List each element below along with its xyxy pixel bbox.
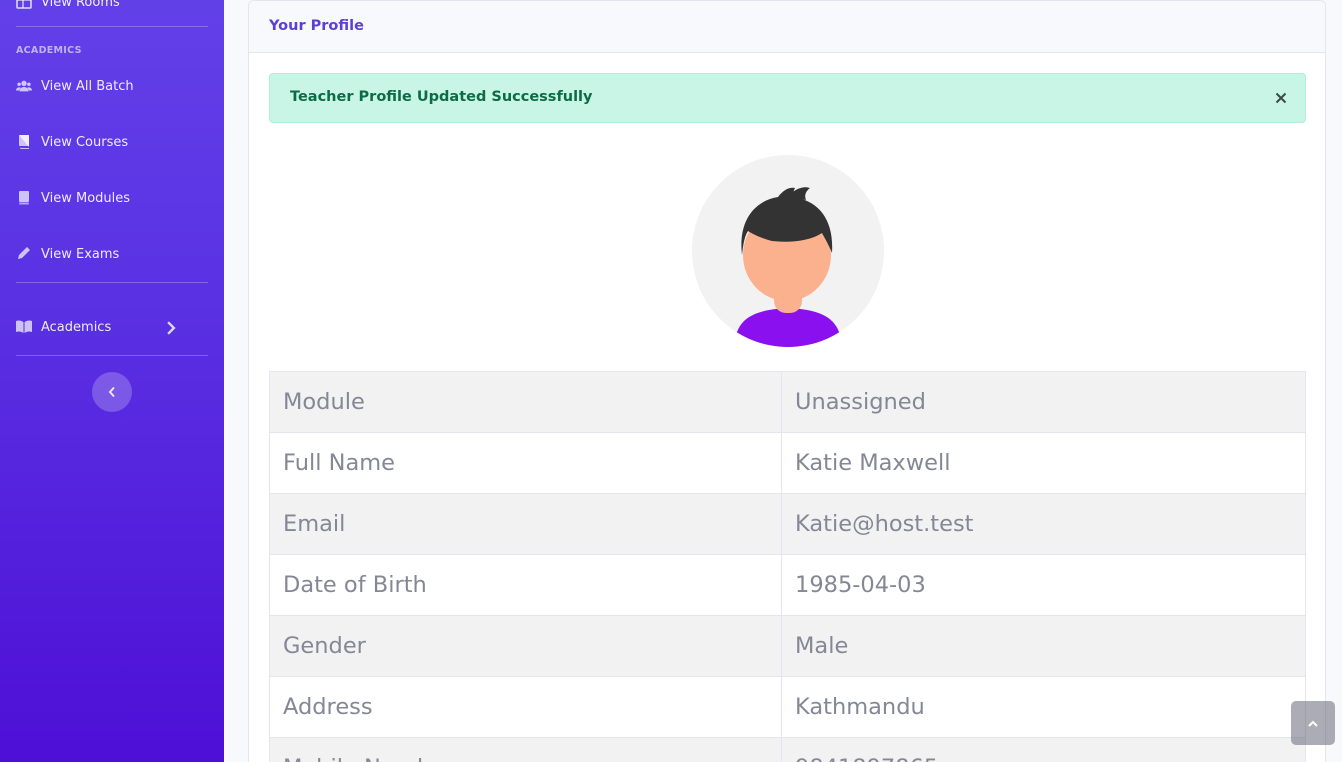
row-label: Mobile Number bbox=[269, 737, 782, 762]
table-row: Address Kathmandu bbox=[269, 676, 1306, 738]
sidebar-divider bbox=[16, 355, 208, 356]
row-label: Address bbox=[269, 676, 782, 738]
row-label: Gender bbox=[269, 615, 782, 677]
chevron-up-icon bbox=[1308, 720, 1318, 727]
row-label: Module bbox=[269, 371, 782, 433]
pencil-icon bbox=[18, 247, 30, 259]
sidebar-item-academics[interactable]: Academics bbox=[16, 317, 208, 337]
close-icon[interactable] bbox=[1275, 92, 1287, 104]
table-row: Mobile Number 9841897865 bbox=[269, 737, 1306, 762]
scroll-to-top-button[interactable] bbox=[1291, 701, 1335, 745]
table-row: Full Name Katie Maxwell bbox=[269, 432, 1306, 494]
sidebar-item-view-exams[interactable]: View Exams bbox=[16, 244, 119, 264]
avatar bbox=[692, 155, 884, 347]
users-icon bbox=[16, 80, 32, 92]
sidebar-divider bbox=[16, 282, 208, 283]
sidebar-item-label: View Modules bbox=[41, 190, 131, 206]
sidebar-item-label: View Exams bbox=[41, 246, 120, 262]
row-value: 9841897865 bbox=[781, 737, 1306, 762]
book-icon bbox=[19, 191, 29, 205]
person-avatar-icon bbox=[692, 155, 884, 347]
sidebar: View Rooms ACADEMICS View All Batch View… bbox=[0, 0, 224, 762]
row-value: Kathmandu bbox=[781, 676, 1306, 738]
row-label: Email bbox=[269, 493, 782, 555]
sidebar-item-label: View Rooms bbox=[41, 0, 120, 10]
chevron-right-icon bbox=[167, 321, 176, 335]
table-icon bbox=[16, 0, 32, 9]
row-value: 1985-04-03 bbox=[781, 554, 1306, 616]
row-value: Unassigned bbox=[781, 371, 1306, 433]
book-icon bbox=[19, 135, 29, 149]
sidebar-item-view-rooms[interactable]: View Rooms bbox=[16, 0, 120, 12]
card-title: Your Profile bbox=[249, 1, 1325, 53]
row-label: Full Name bbox=[269, 432, 782, 494]
row-value: Male bbox=[781, 615, 1306, 677]
sidebar-item-label: View Courses bbox=[41, 134, 129, 150]
sidebar-item-label: Academics bbox=[41, 319, 112, 335]
row-value: Katie Maxwell bbox=[781, 432, 1306, 494]
sidebar-item-view-modules[interactable]: View Modules bbox=[16, 188, 130, 208]
chevron-left-icon bbox=[108, 386, 115, 398]
sidebar-toggle-button[interactable] bbox=[92, 372, 132, 412]
table-row: Gender Male bbox=[269, 615, 1306, 677]
sidebar-divider bbox=[16, 26, 208, 27]
table-row: Date of Birth 1985-04-03 bbox=[269, 554, 1306, 616]
sidebar-item-view-all-batch[interactable]: View All Batch bbox=[16, 76, 134, 96]
sidebar-item-view-courses[interactable]: View Courses bbox=[16, 132, 128, 152]
sidebar-heading: ACADEMICS bbox=[16, 45, 82, 56]
profile-card: Your Profile Teacher Profile Updated Suc… bbox=[248, 0, 1326, 762]
table-row: Email Katie@host.test bbox=[269, 493, 1306, 555]
book-open-icon bbox=[16, 320, 32, 333]
table-row: Module Unassigned bbox=[269, 371, 1306, 433]
sidebar-item-label: View All Batch bbox=[41, 78, 134, 94]
profile-table: Module Unassigned Full Name Katie Maxwel… bbox=[269, 371, 1306, 762]
row-label: Date of Birth bbox=[269, 554, 782, 616]
row-value: Katie@host.test bbox=[781, 493, 1306, 555]
success-alert: Teacher Profile Updated Successfully bbox=[269, 73, 1306, 123]
alert-message: Teacher Profile Updated Successfully bbox=[290, 89, 593, 105]
